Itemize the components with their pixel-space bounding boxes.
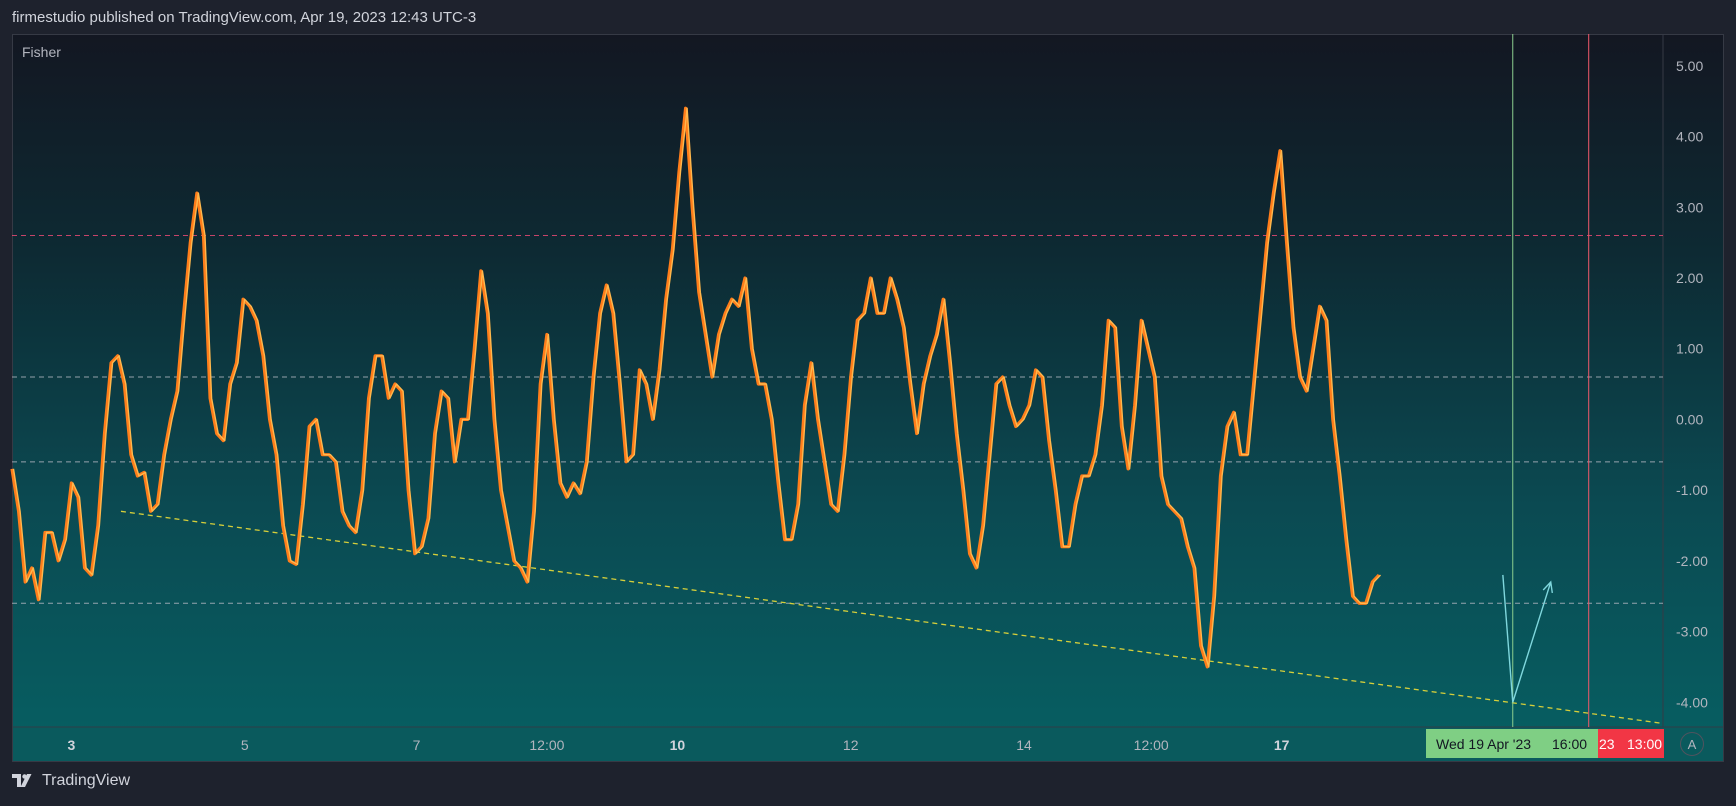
trendline <box>120 510 1664 725</box>
y-tick-label: -2.00 <box>1676 553 1708 569</box>
x-tick-label: 12:00 <box>529 737 564 753</box>
y-tick-label: -4.00 <box>1676 694 1708 710</box>
y-tick-label: 5.00 <box>1676 58 1703 74</box>
footer-brand-text: TradingView <box>42 772 131 789</box>
x-tick-label: 5 <box>241 737 249 753</box>
x-tick-label: 17 <box>1274 737 1290 753</box>
footer-branding: TradingView <box>12 772 130 790</box>
y-tick-label: 4.00 <box>1676 129 1703 145</box>
y-tick-label: -1.00 <box>1676 482 1708 498</box>
y-tick-label: -3.00 <box>1676 624 1708 640</box>
y-tick-label: 1.00 <box>1676 341 1703 357</box>
x-tick-label: 12:00 <box>1134 737 1169 753</box>
x-tick-label: 7 <box>413 737 421 753</box>
fisher-series-line <box>10 106 1381 669</box>
crosshair-time-label: Wed 19 Apr '23 <box>1436 736 1531 752</box>
x-tick-label: 3 <box>68 737 76 753</box>
fisher-chart[interactable]: 5.00 4.00 3.00 2.00 1.00 0.00 -1.00 -2.00 -3.00 -… <box>0 0 1736 806</box>
crosshair-time-label: 13:00 <box>1627 736 1662 752</box>
y-tick-label: 2.00 <box>1676 270 1703 286</box>
x-tick-label: 10 <box>670 737 686 753</box>
projection-arrow <box>1502 574 1552 703</box>
x-tick-label: 12 <box>843 737 859 753</box>
auto-scale-button[interactable]: A <box>1680 732 1704 756</box>
trigger-series-line <box>12 107 1382 668</box>
indicator-title[interactable]: Fisher <box>22 44 61 60</box>
y-tick-label: 0.00 <box>1676 411 1703 427</box>
x-tick-label: 14 <box>1016 737 1032 753</box>
y-tick-label: 3.00 <box>1676 199 1703 215</box>
tradingview-logo-icon <box>12 774 34 788</box>
crosshair-time-label: 16:00 <box>1552 736 1587 752</box>
crosshair-time-label: 23 <box>1599 736 1615 752</box>
